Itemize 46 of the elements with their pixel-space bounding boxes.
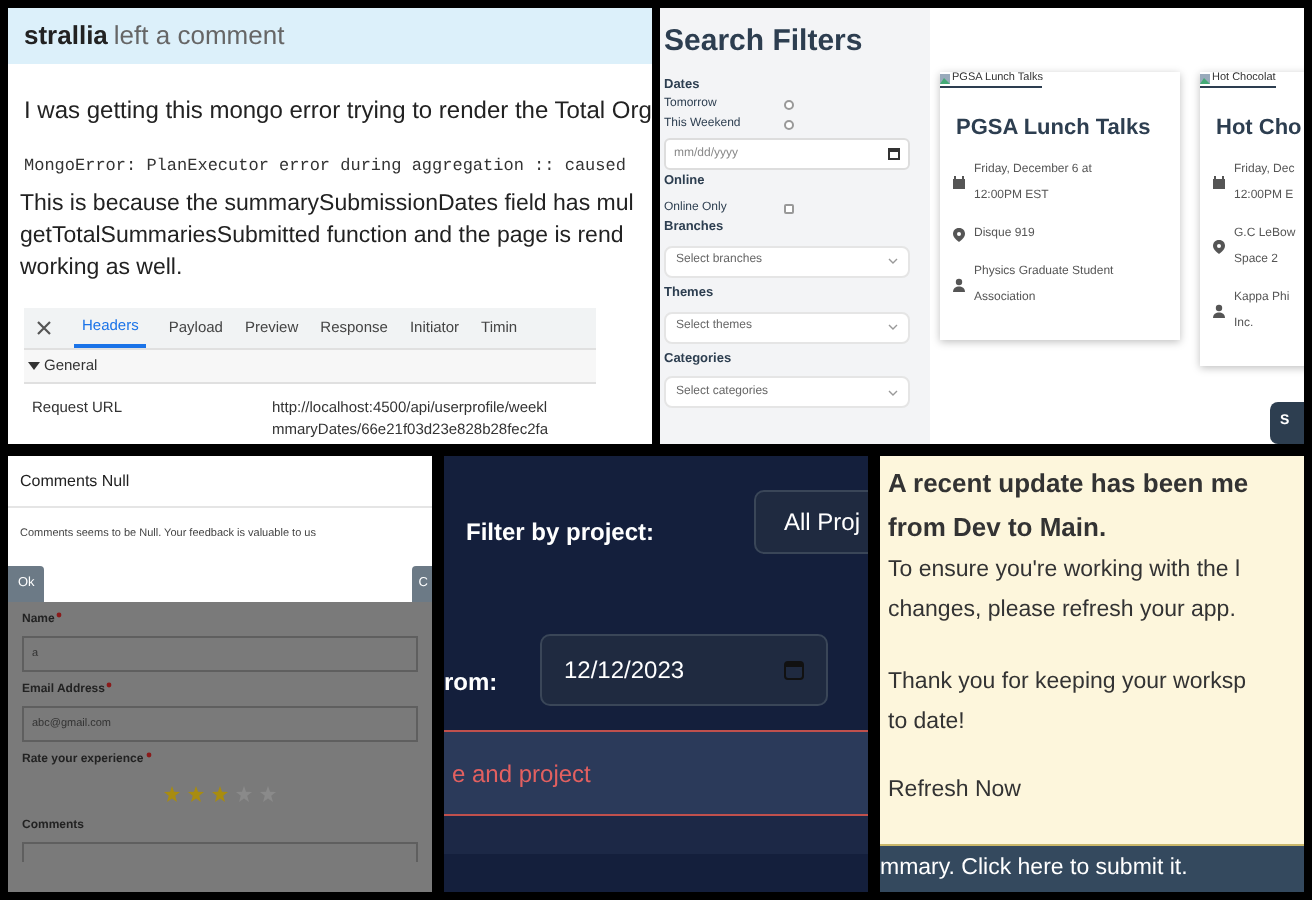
comment-text: I was getting this mongo error trying to render the Total Org [22,94,652,128]
dialog-title: Comments Null [8,456,432,508]
notice-heading: from Dev to Main. [888,510,1109,546]
person-icon [952,278,966,293]
project-select[interactable]: All Proj [754,490,868,554]
chevron-icon [888,258,898,265]
notification-banner[interactable]: mmary. Click here to submit it. [880,844,1304,892]
calendar-icon [784,660,804,680]
date-field[interactable]: 12/12/2023 [540,634,828,706]
star-icon [164,786,180,803]
notice-text: To ensure you're working with the l [888,556,1243,586]
author-name[interactable]: strallia [24,16,108,56]
comment-action: left a comment [113,18,285,55]
calendar-icon [952,176,966,191]
comment-text-line: This is because the summarySubmissionDates field has mul [20,189,634,220]
person-icon [1212,304,1226,319]
notice-text: changes, please refresh your app. [888,596,1238,626]
event-title: PGSA Lunch Talks [954,114,1151,145]
error-banner: e and project [444,730,868,816]
sidebar-title: Search Filters [664,22,865,62]
calendar-icon [1212,176,1226,191]
radio-button[interactable] [784,120,794,131]
radio-button[interactable] [784,100,794,111]
close-icon [36,319,52,336]
caret-icon [28,359,40,372]
image-icon [1200,73,1210,84]
checkbox[interactable] [784,203,794,213]
map-pin-icon [1212,240,1226,255]
filter-label: Filter by project: [466,516,655,550]
map-pin-icon [952,227,966,242]
star-icon [212,786,228,803]
text-area[interactable] [22,842,418,863]
image-icon [940,73,950,84]
notice-heading: A recent update has been me [888,466,1251,502]
comment-text-line: working as well. [20,253,183,284]
star-icon [188,786,204,803]
chevron-icon [888,389,898,396]
notice-text: Thank you for keeping your worksp [888,668,1248,698]
calendar-icon [888,148,900,161]
chevron-icon [888,324,898,330]
refresh-link[interactable]: Refresh Now [888,774,1021,809]
comment-text-line: getTotalSummariesSubmitted function and the page is rend [20,221,624,252]
event-title: Hot Cho [1214,114,1302,145]
error-code: MongoError: PlanExecutor error during aggregation :: caused [22,154,628,180]
notice-text: to date! [888,708,967,738]
date-label: rom: [444,666,498,700]
